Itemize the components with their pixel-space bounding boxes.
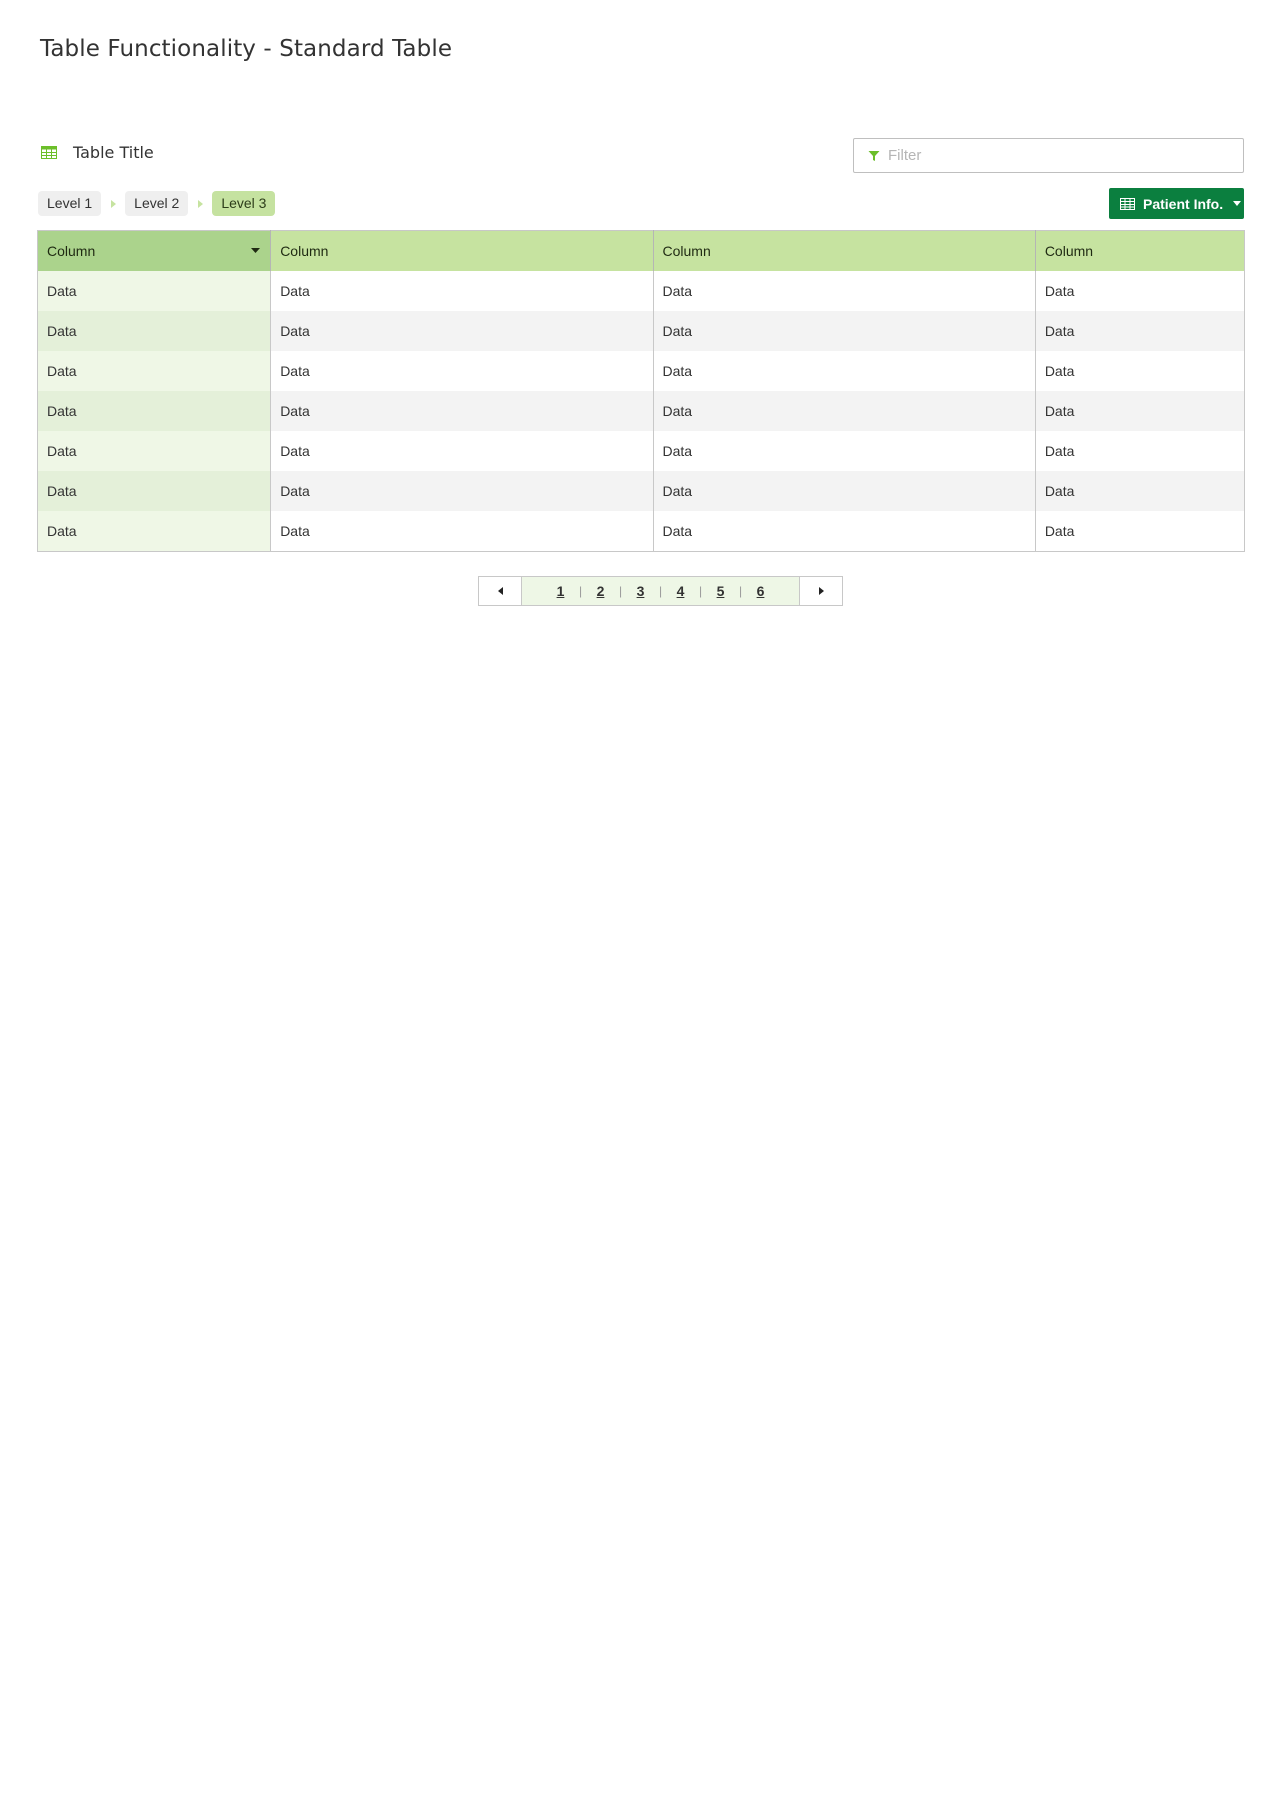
column-header-2[interactable]: Column (270, 230, 654, 271)
column-header-3[interactable]: Column (653, 230, 1036, 271)
page-link-2[interactable]: 2 (596, 583, 606, 599)
table-row: Data Data Data Data (37, 351, 1245, 391)
breadcrumb-item-level-2[interactable]: Level 2 (125, 191, 189, 216)
table-title-group: Table Title (41, 143, 154, 162)
page-title: Table Functionality - Standard Table (40, 36, 453, 62)
page-link-1[interactable]: 1 (556, 583, 566, 599)
breadcrumb-item-level-3[interactable]: Level 3 (212, 191, 276, 216)
table-cell: Data (653, 391, 1036, 431)
table-cell: Data (37, 271, 272, 311)
table-cell: Data (1035, 271, 1245, 311)
table-cell: Data (1035, 311, 1245, 351)
table-cell: Data (270, 271, 654, 311)
column-header-1[interactable]: Column (37, 230, 272, 271)
table-header-row: Column Column Column Column (37, 230, 1245, 271)
page-link-4[interactable]: 4 (676, 583, 686, 599)
table-cell: Data (1035, 431, 1245, 471)
table-cell: Data (653, 511, 1036, 552)
table-cell: Data (1035, 471, 1245, 511)
data-table: Column Column Column Column Data Data Da… (37, 230, 1245, 552)
table-cell: Data (37, 431, 272, 471)
breadcrumb: Level 1 Level 2 Level 3 (38, 191, 276, 216)
table-icon (1120, 197, 1135, 210)
caret-left-icon (497, 587, 503, 595)
table-row: Data Data Data Data (37, 431, 1245, 471)
next-page-button[interactable] (799, 577, 842, 605)
filter-input[interactable] (888, 147, 1228, 164)
column-header-label: Column (47, 243, 96, 259)
caret-down-icon (1233, 201, 1242, 206)
sort-down-icon[interactable] (251, 248, 261, 253)
page-list: 1 | 2 | 3 | 4 | 5 | 6 (522, 577, 799, 605)
page-separator: | (698, 584, 703, 598)
table-row: Data Data Data Data (37, 391, 1245, 431)
previous-page-button[interactable] (479, 577, 522, 605)
table-cell: Data (653, 431, 1036, 471)
table-cell: Data (37, 391, 272, 431)
page-link-3[interactable]: 3 (636, 583, 646, 599)
table-cell: Data (653, 271, 1036, 311)
table-row: Data Data Data Data (37, 271, 1245, 311)
table-grid-icon (41, 146, 57, 159)
patient-info-button[interactable]: Patient Info. (1109, 188, 1244, 219)
caret-right-icon (818, 587, 824, 595)
table-cell: Data (653, 351, 1036, 391)
page-separator: | (618, 584, 623, 598)
table-title: Table Title (73, 143, 154, 162)
table-cell: Data (37, 511, 272, 552)
table-cell: Data (37, 351, 272, 391)
table-cell: Data (270, 351, 654, 391)
patient-info-label: Patient Info. (1143, 195, 1224, 212)
chevron-right-icon (188, 199, 212, 208)
table-cell: Data (1035, 511, 1245, 552)
table-cell: Data (1035, 351, 1245, 391)
funnel-icon (868, 150, 880, 161)
chevron-right-icon (101, 199, 125, 208)
table-cell: Data (270, 311, 654, 351)
table-cell: Data (270, 431, 654, 471)
page-link-5[interactable]: 5 (716, 583, 726, 599)
table-cell: Data (653, 311, 1036, 351)
table-row: Data Data Data Data (37, 311, 1245, 351)
pagination: 1 | 2 | 3 | 4 | 5 | 6 (478, 576, 843, 606)
table-cell: Data (1035, 391, 1245, 431)
table-cell: Data (37, 471, 272, 511)
page-separator: | (578, 584, 583, 598)
table-cell: Data (270, 511, 654, 552)
column-header-4[interactable]: Column (1035, 230, 1245, 271)
table-cell: Data (270, 391, 654, 431)
table-row: Data Data Data Data (37, 511, 1245, 552)
page-separator: | (658, 584, 663, 598)
breadcrumb-item-level-1[interactable]: Level 1 (38, 191, 102, 216)
page-separator: | (738, 584, 743, 598)
page-link-6[interactable]: 6 (756, 583, 766, 599)
table-row: Data Data Data Data (37, 471, 1245, 511)
filter-field[interactable] (853, 138, 1244, 173)
table-cell: Data (653, 471, 1036, 511)
table-cell: Data (270, 471, 654, 511)
table-cell: Data (37, 311, 272, 351)
